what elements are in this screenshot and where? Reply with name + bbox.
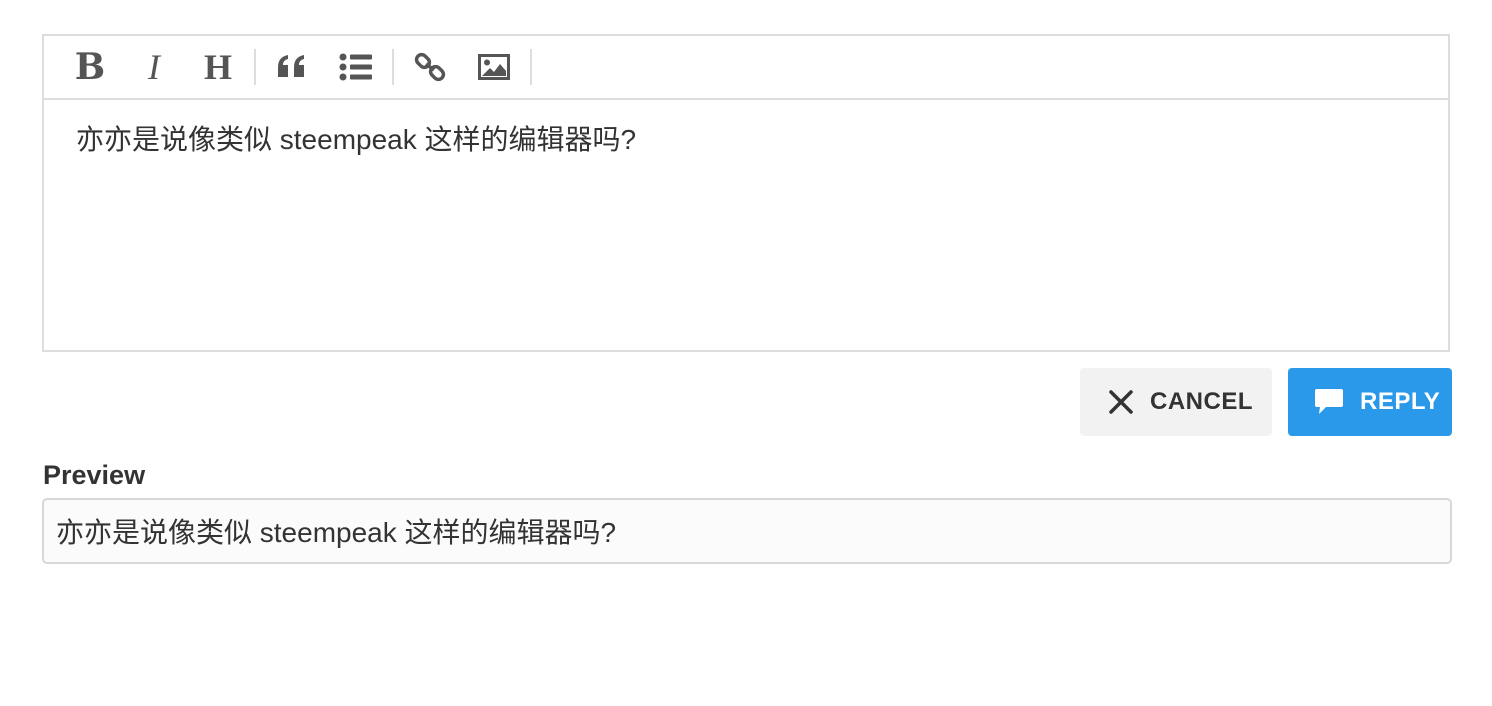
reply-button[interactable]: REPLY [1288, 368, 1452, 436]
comment-icon [1314, 388, 1344, 416]
quote-icon [278, 55, 304, 77]
toolbar-separator [530, 49, 532, 85]
cancel-label: CANCEL [1150, 388, 1253, 415]
link-button[interactable] [398, 42, 462, 92]
image-button[interactable] [462, 42, 526, 92]
quote-button[interactable] [260, 42, 324, 92]
reply-label: REPLY [1360, 388, 1441, 415]
list-button[interactable] [324, 42, 388, 92]
list-icon [339, 53, 372, 81]
bold-icon: B [74, 46, 106, 88]
markdown-editor: B I H 亦亦是说像类似 steempeak 这样的编辑器吗? [42, 34, 1450, 352]
italic-button[interactable]: I [122, 42, 186, 92]
image-icon [478, 54, 510, 80]
reply-textarea[interactable]: 亦亦是说像类似 steempeak 这样的编辑器吗? [44, 100, 1448, 350]
preview-heading: Preview [43, 460, 146, 490]
cancel-button[interactable]: CANCEL [1080, 368, 1272, 436]
heading-icon: H [203, 47, 232, 87]
preview-text: 亦亦是说像类似 steempeak 这样的编辑器吗? [56, 517, 617, 548]
editor-toolbar: B I H [44, 36, 1448, 100]
preview-box: 亦亦是说像类似 steempeak 这样的编辑器吗? [42, 498, 1452, 564]
toolbar-separator [392, 49, 394, 85]
bold-button[interactable]: B [58, 42, 122, 92]
toolbar-separator [254, 49, 256, 85]
heading-button[interactable]: H [186, 42, 250, 92]
italic-icon: I [148, 47, 160, 87]
link-icon [414, 52, 446, 82]
close-icon [1108, 389, 1134, 415]
